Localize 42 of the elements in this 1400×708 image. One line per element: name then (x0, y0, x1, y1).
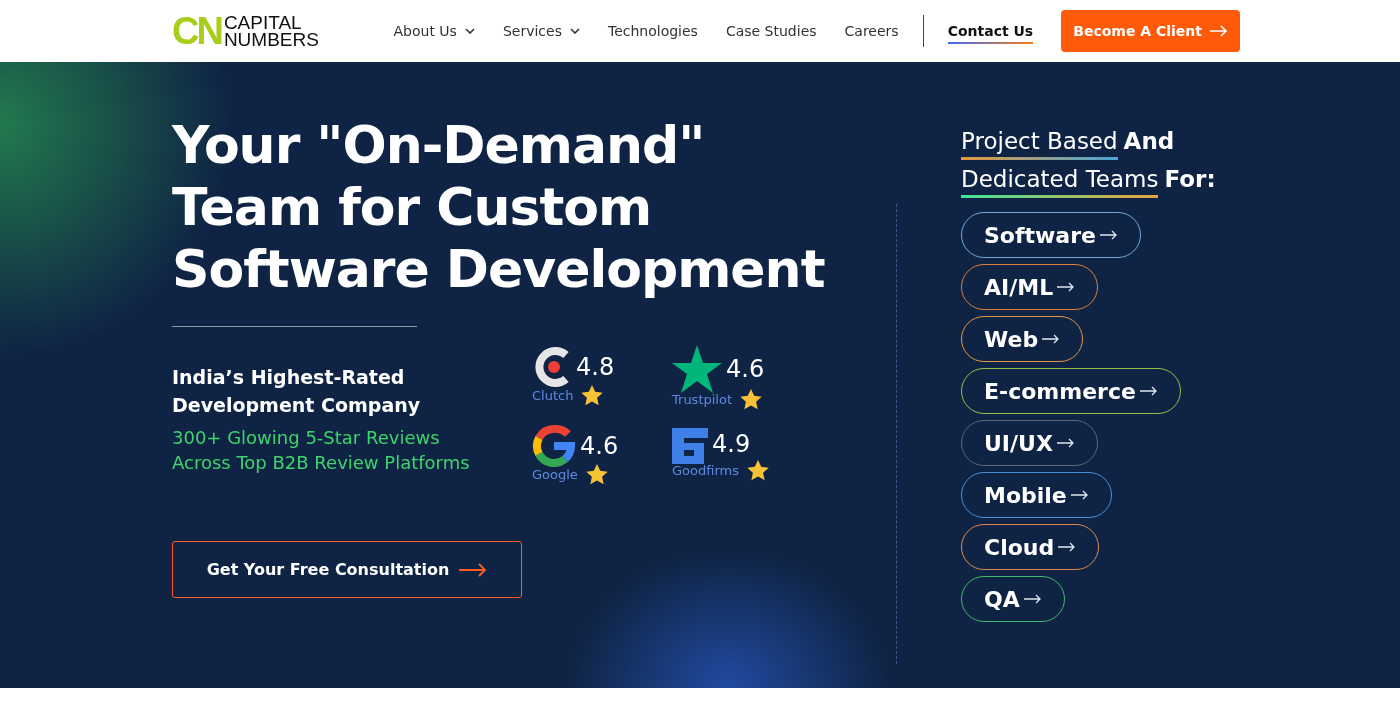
star-icon (585, 464, 608, 485)
rating-score: 4.9 (712, 430, 751, 458)
arrow-icon (459, 562, 488, 577)
nav-link[interactable]: Contact Us (947, 23, 1034, 44)
google-logo-icon (532, 424, 576, 468)
rating-score: 4.6 (580, 432, 619, 460)
arrow-icon (1058, 542, 1077, 552)
star-icon (747, 460, 769, 481)
headline: Software Development (172, 238, 826, 300)
rating-label: Trustpilot (672, 392, 732, 407)
teams-heading: And (1123, 127, 1175, 156)
reviews-text: 300+ Glowing 5-Star Reviews Across Top B2B Review Platforms (172, 426, 471, 475)
nav-link[interactable]: Technologies (607, 23, 698, 39)
rating-label: Clutch (532, 388, 574, 403)
arrow-icon (1070, 490, 1089, 500)
headline: Your "On-Demand" (172, 114, 706, 176)
headline: Team for Custom (172, 176, 653, 238)
arrow-icon (1210, 25, 1228, 37)
arrow-icon (1056, 438, 1075, 448)
logo-text: CAPITAL (223, 14, 303, 31)
nav-link[interactable]: Careers (844, 23, 899, 39)
star-icon (740, 389, 762, 410)
rating-label: Google (532, 467, 578, 482)
rating-label: Goodfirms (672, 463, 739, 478)
arrow-icon (1057, 282, 1076, 292)
arrow-icon (1042, 334, 1061, 344)
subtitle: India’s Highest-Rated (172, 365, 406, 390)
teams-heading: For: (1164, 165, 1216, 194)
nav-link[interactable]: Case Studies (725, 23, 817, 39)
rating-score: 4.8 (576, 353, 615, 381)
arrow-icon (1139, 386, 1158, 396)
nav-link[interactable]: About Us (393, 23, 475, 39)
star-logo-icon (672, 345, 722, 393)
consultation-button[interactable]: Get Your Free Consultation (172, 541, 522, 598)
arrow-icon (1023, 594, 1042, 604)
arrow-icon (1100, 230, 1118, 240)
logo-text: NUMBERS (223, 31, 319, 48)
logo-mark: CN (172, 12, 221, 50)
star-icon (581, 385, 604, 406)
nav-link[interactable]: Services (502, 23, 580, 39)
subtitle: Development Company (172, 393, 422, 418)
rating-score: 4.6 (726, 355, 765, 383)
